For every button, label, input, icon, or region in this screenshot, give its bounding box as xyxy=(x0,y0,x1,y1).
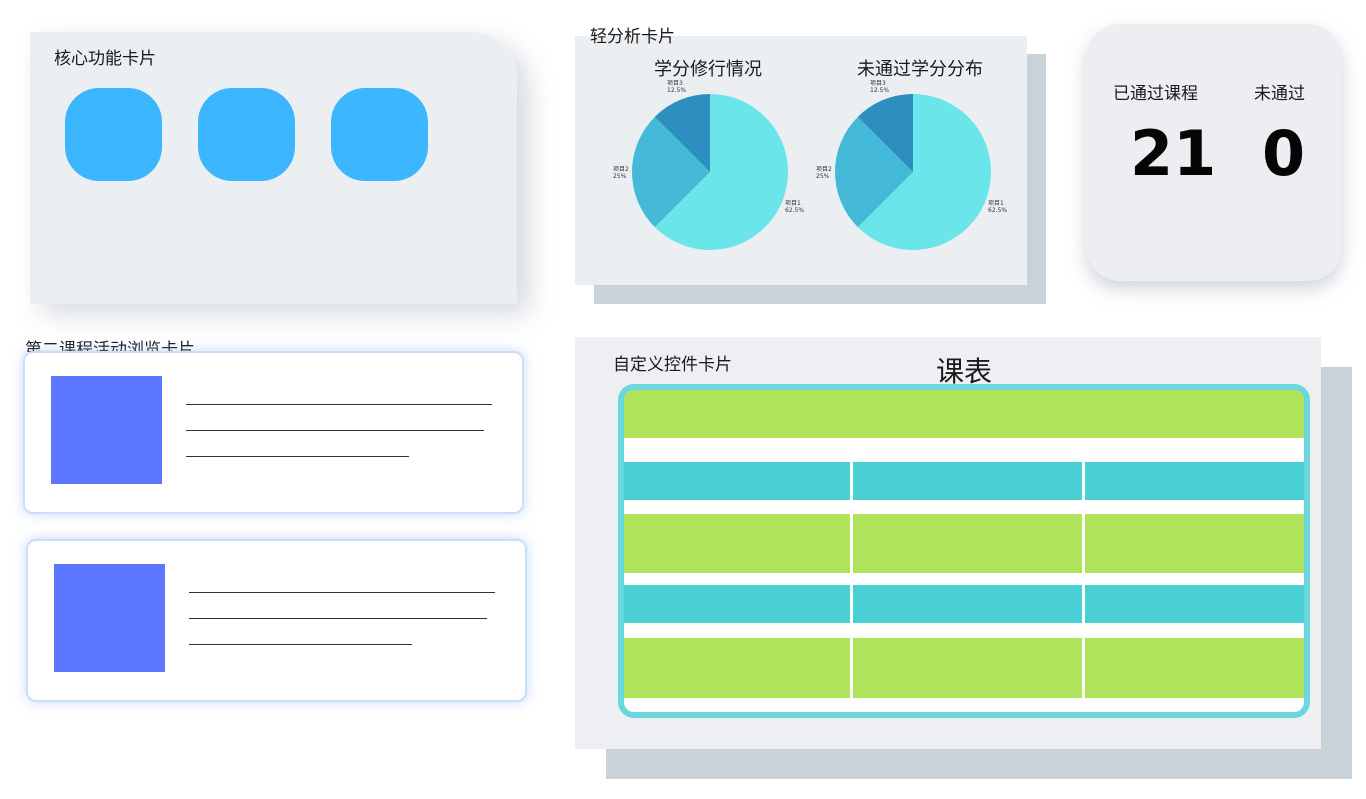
pie-slice-value-3: 12.5% xyxy=(667,87,686,94)
schedule-cell[interactable] xyxy=(624,462,850,500)
core-function-button-2[interactable] xyxy=(198,88,295,181)
schedule-cell[interactable] xyxy=(853,514,1082,573)
pie-slice-value-1: 62.5% xyxy=(988,207,1007,214)
core-function-card-title: 核心功能卡片 xyxy=(54,49,156,69)
pie-slice-label-3: 项目3 xyxy=(870,80,886,87)
pie-slice-value-2: 25% xyxy=(613,173,627,180)
pie-slice-label-1: 项目1 xyxy=(785,200,801,207)
activity-thumbnail-1 xyxy=(51,376,162,484)
schedule-cell[interactable] xyxy=(853,638,1082,698)
pie-slice-label-1: 项目1 xyxy=(988,200,1004,207)
schedule-header-row xyxy=(624,390,1304,438)
pie-slice-value-3: 12.5% xyxy=(870,87,889,94)
schedule-cell[interactable] xyxy=(1085,585,1304,623)
core-function-button-1[interactable] xyxy=(65,88,162,181)
activity-text-line xyxy=(186,430,484,432)
activity-thumbnail-2 xyxy=(54,564,165,672)
schedule-cell[interactable] xyxy=(1085,638,1304,698)
schedule-table[interactable] xyxy=(618,384,1310,718)
schedule-cell[interactable] xyxy=(624,585,850,623)
failed-courses-value: 0 xyxy=(1262,117,1306,190)
pie-slice-label-2: 项目2 xyxy=(613,166,629,173)
schedule-cell[interactable] xyxy=(1085,514,1304,573)
schedule-cell[interactable] xyxy=(853,462,1082,500)
passed-courses-label: 已通过课程 xyxy=(1113,84,1198,104)
schedule-cell[interactable] xyxy=(1085,462,1304,500)
activity-text-line xyxy=(186,456,409,458)
core-function-button-3[interactable] xyxy=(331,88,428,181)
pie-slice-label-3: 项目3 xyxy=(667,80,683,87)
activity-text-line xyxy=(189,618,487,620)
pie-chart-2: 项目162.5% 项目225% 项目312.5% xyxy=(816,80,1007,250)
activity-text-line xyxy=(186,404,492,406)
activity-text-line xyxy=(189,592,495,594)
schedule-cell[interactable] xyxy=(853,585,1082,623)
schedule-cell[interactable] xyxy=(624,638,850,698)
pie-slice-label-2: 项目2 xyxy=(816,166,832,173)
analysis-card-title: 轻分析卡片 xyxy=(590,27,675,47)
activity-text-line xyxy=(189,644,412,646)
pie-slice-value-1: 62.5% xyxy=(785,207,804,214)
failed-courses-label: 未通过 xyxy=(1254,84,1305,104)
pie-chart-1: 项目162.5% 项目225% 项目312.5% xyxy=(613,80,804,250)
pie-slice-value-2: 25% xyxy=(816,173,830,180)
passed-courses-value: 21 xyxy=(1130,117,1217,190)
schedule-cell[interactable] xyxy=(624,514,850,573)
custom-control-card-title: 自定义控件卡片 xyxy=(613,355,732,375)
